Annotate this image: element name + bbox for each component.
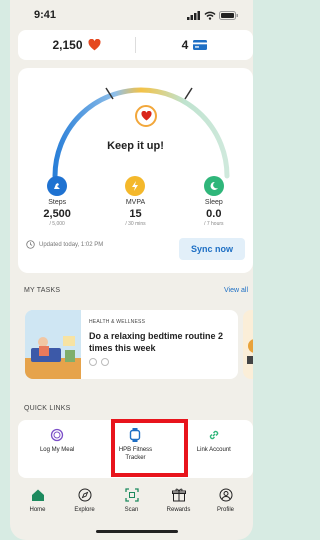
quick-link-label: HPB Fitness Tracker bbox=[118, 447, 153, 461]
battery-icon bbox=[219, 10, 238, 20]
activity-card: Keep it up! Steps 2,500 / 5,000 MVPA 15 … bbox=[18, 68, 253, 273]
task-category: HEALTH & WELLNESS bbox=[89, 319, 146, 325]
status-time: 9:41 bbox=[34, 9, 57, 21]
status-bar: 9:41 bbox=[10, 0, 253, 30]
metric-target: / 5,000 bbox=[49, 221, 65, 227]
scan-icon bbox=[124, 488, 139, 502]
heart-icon bbox=[88, 39, 100, 51]
card-icon bbox=[193, 40, 208, 50]
updated-row: Updated today, 1:02 PM bbox=[26, 240, 103, 249]
home-indicator bbox=[96, 530, 178, 533]
heart-points[interactable]: 2,150 bbox=[18, 38, 135, 52]
profile-icon bbox=[219, 488, 232, 502]
task-title: Do a relaxing bedtime routine 2 times th… bbox=[89, 331, 224, 353]
task-progress bbox=[89, 358, 230, 366]
nav-home[interactable]: Home bbox=[14, 480, 61, 540]
status-icons bbox=[187, 10, 239, 20]
quick-link-log-meal[interactable]: Log My Meal bbox=[18, 420, 96, 478]
metric-target: / 30 mins bbox=[125, 221, 146, 227]
metric-label: Steps bbox=[48, 199, 67, 206]
heart-points-value: 2,150 bbox=[52, 38, 83, 52]
nav-label: Rewards bbox=[166, 507, 191, 513]
signal-icon bbox=[187, 10, 200, 20]
nav-label: Explore bbox=[74, 507, 95, 513]
metric-value: 2,500 bbox=[43, 208, 71, 220]
metric-label: Sleep bbox=[204, 199, 223, 206]
moon-icon bbox=[203, 176, 224, 196]
metric-mvpa[interactable]: MVPA 15 / 30 mins bbox=[96, 176, 174, 227]
heart-badge-icon bbox=[135, 105, 157, 127]
metric-sleep[interactable]: Sleep 0.0 / 7 hours bbox=[175, 176, 253, 227]
wifi-icon bbox=[204, 11, 216, 20]
view-all-link[interactable]: View all bbox=[224, 287, 248, 294]
quick-link-label: Link Account bbox=[196, 447, 231, 453]
metric-label: MVPA bbox=[125, 199, 146, 206]
encouragement-text: Keep it up! bbox=[107, 140, 164, 152]
activity-gauge bbox=[52, 87, 230, 179]
lightning-icon bbox=[125, 176, 146, 196]
quick-link-link-account[interactable]: Link Account bbox=[175, 420, 253, 478]
plate-icon bbox=[51, 428, 64, 442]
quick-link-label: Log My Meal bbox=[39, 447, 75, 453]
shoe-icon bbox=[47, 176, 68, 196]
nav-label: Scan bbox=[124, 507, 139, 513]
my-tasks-title: MY TASKS bbox=[24, 287, 61, 294]
quick-links-title: QUICK LINKS bbox=[24, 405, 71, 412]
link-icon bbox=[209, 430, 219, 440]
points-card: 2,150 4 bbox=[18, 30, 253, 60]
metric-steps[interactable]: Steps 2,500 / 5,000 bbox=[18, 176, 96, 227]
progress-dot bbox=[101, 358, 109, 366]
sync-now-button[interactable]: Sync now bbox=[179, 238, 245, 260]
task-body: HEALTH & WELLNESS Do a relaxing bedtime … bbox=[81, 310, 238, 379]
metric-value: 15 bbox=[129, 208, 142, 220]
compass-icon bbox=[78, 488, 91, 502]
nav-label: Home bbox=[29, 507, 46, 513]
metric-target: / 7 hours bbox=[204, 221, 224, 227]
updated-text: Updated today, 1:02 PM bbox=[39, 241, 104, 248]
card-points[interactable]: 4 bbox=[136, 38, 253, 52]
card-points-value: 4 bbox=[181, 38, 189, 52]
nav-label: Profile bbox=[216, 507, 234, 513]
progress-dot bbox=[89, 358, 97, 366]
task-illustration bbox=[25, 310, 81, 379]
app-screen: 9:41 2,150 4 Keep it up! Steps 2,500 / 5… bbox=[10, 0, 253, 540]
activity-metrics: Steps 2,500 / 5,000 MVPA 15 / 30 mins Sl… bbox=[18, 176, 253, 227]
metric-value: 0.0 bbox=[206, 208, 222, 220]
clock-icon bbox=[26, 240, 35, 249]
nav-profile[interactable]: Profile bbox=[202, 480, 249, 540]
home-icon bbox=[31, 489, 44, 501]
quick-link-fitness-tracker[interactable]: HPB Fitness Tracker bbox=[96, 420, 174, 478]
quick-links-card: Log My Meal HPB Fitness Tracker Link Acc… bbox=[18, 420, 253, 478]
task-card[interactable]: HEALTH & WELLNESS Do a relaxing bedtime … bbox=[25, 310, 238, 379]
watch-icon bbox=[130, 428, 141, 442]
next-task-card-peek[interactable] bbox=[243, 310, 253, 379]
gift-icon bbox=[171, 488, 186, 502]
